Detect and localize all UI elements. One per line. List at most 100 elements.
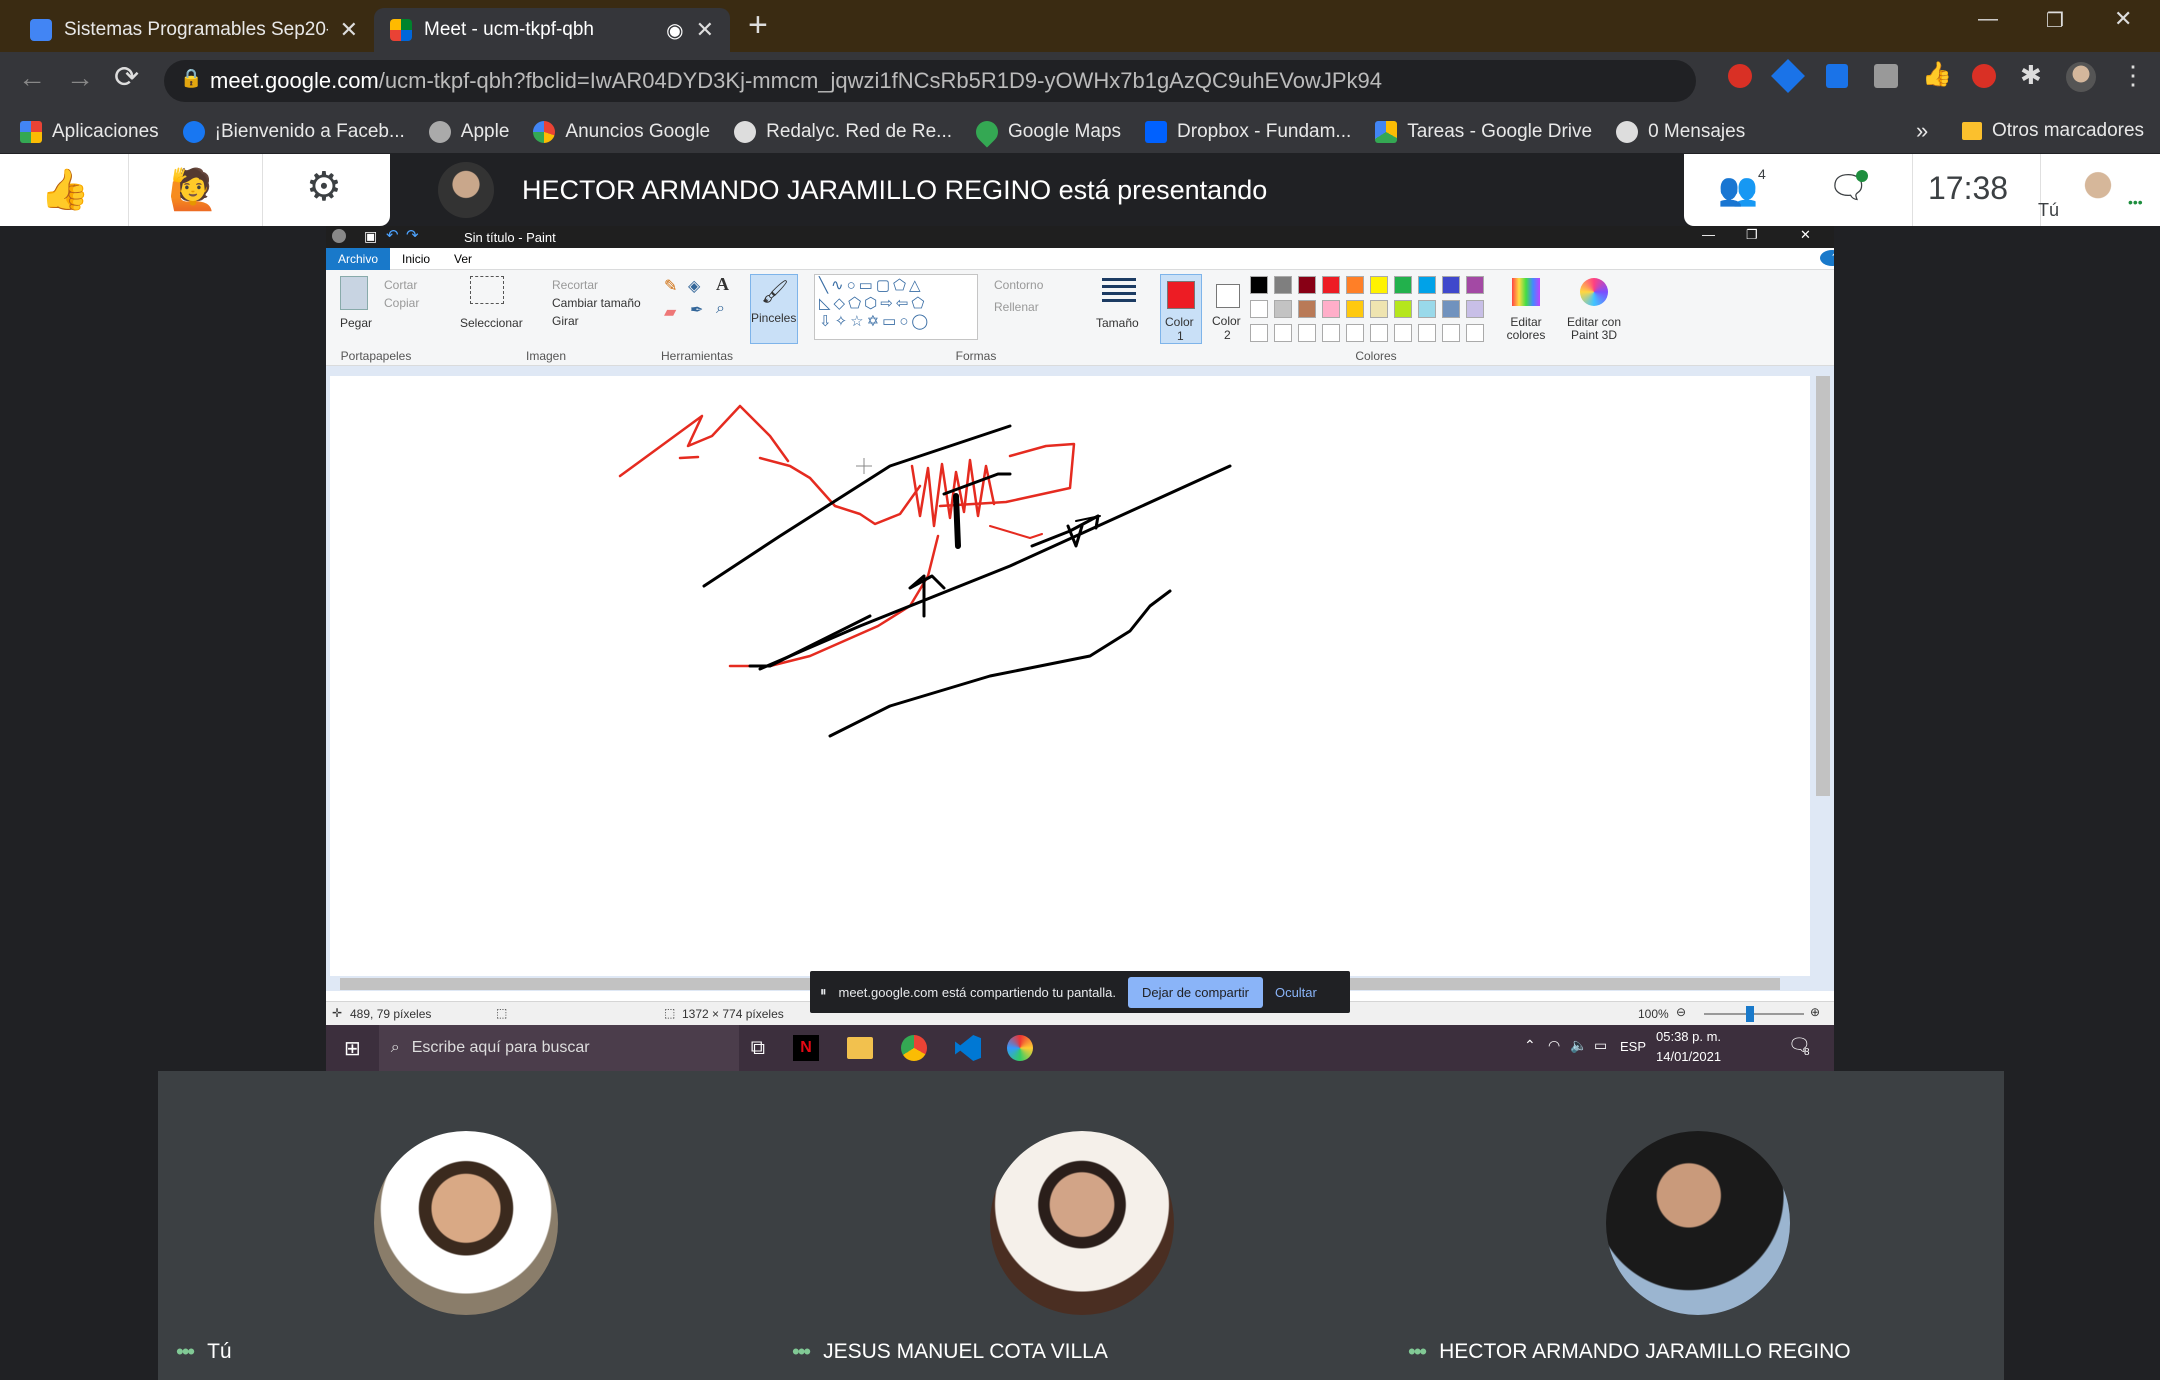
bookmark-apple[interactable]: Apple [428, 120, 509, 143]
palette-swatch-empty[interactable] [1298, 324, 1316, 342]
minimize-button[interactable]: — [1978, 8, 1998, 31]
fill-bucket-icon[interactable]: ◈ [688, 276, 700, 296]
paint-close-button[interactable]: ✕ [1800, 227, 1811, 243]
tab-inicio[interactable]: Inicio [390, 248, 442, 270]
crop-button[interactable]: Recortar [552, 278, 598, 292]
hide-button[interactable]: Ocultar [1275, 985, 1317, 1000]
address-bar[interactable]: 🔒 meet.google.com/ucm-tkpf-qbh?fbclid=Iw… [164, 60, 1696, 102]
bookmark-google-maps[interactable]: Google Maps [971, 115, 1121, 148]
input-language[interactable]: ESP [1620, 1039, 1646, 1054]
profile-avatar[interactable] [2066, 62, 2096, 92]
paint-minimize-button[interactable]: — [1702, 227, 1715, 242]
network-icon[interactable]: ◠ [1548, 1037, 1560, 1054]
palette-swatch[interactable] [1466, 300, 1484, 318]
copy-button[interactable]: Copiar [384, 296, 419, 310]
browser-tab-sistemas[interactable]: Sistemas Programables Sep20-En ✕ [14, 8, 374, 52]
pencil-icon[interactable]: ✎ [664, 276, 677, 296]
save-icon[interactable]: ▣ [364, 228, 377, 245]
stop-sharing-button[interactable]: Dejar de compartir [1128, 976, 1263, 1008]
bookmark-google-drive[interactable]: Tareas - Google Drive [1375, 120, 1592, 143]
outline-dropdown[interactable]: Contorno [994, 278, 1043, 292]
palette-swatch-empty[interactable] [1394, 324, 1412, 342]
paste-button[interactable]: Pegar [340, 316, 372, 330]
zoom-out-button[interactable]: ⊖ [1676, 1005, 1686, 1019]
palette-swatch[interactable] [1274, 276, 1292, 294]
palette-swatch[interactable] [1394, 300, 1412, 318]
zoom-slider-thumb[interactable] [1746, 1006, 1754, 1022]
close-tab-icon[interactable]: ✕ [696, 17, 714, 43]
bookmark-redalyc[interactable]: Redalyc. Red de Re... [734, 120, 952, 143]
participant-tile-jesus[interactable] [990, 1131, 1174, 1315]
color-picker-icon[interactable]: ✒ [690, 300, 703, 320]
redo-icon[interactable]: ↷ [406, 226, 419, 244]
palette-swatch[interactable] [1394, 276, 1412, 294]
palette-swatch[interactable] [1370, 276, 1388, 294]
extension-book-icon[interactable] [1826, 64, 1848, 88]
extension-k-icon[interactable] [1874, 64, 1898, 88]
eraser-icon[interactable]: ▰ [664, 302, 676, 322]
fill-dropdown[interactable]: Rellenar [994, 300, 1039, 314]
bookmark-mensajes[interactable]: 0 Mensajes [1616, 120, 1745, 143]
extension-red-icon[interactable] [1972, 64, 1996, 88]
bookmarks-overflow-button[interactable]: » [1916, 118, 1928, 144]
palette-swatch[interactable] [1442, 276, 1460, 294]
extension-blue-icon[interactable] [1771, 59, 1805, 93]
vertical-scrollbar[interactable] [1816, 376, 1830, 796]
drawing-canvas[interactable] [330, 376, 1810, 976]
palette-swatch[interactable] [1298, 276, 1316, 294]
edit-colors-button[interactable]: Editar colores [1498, 316, 1554, 342]
palette-swatch-empty[interactable] [1442, 324, 1460, 342]
palette-swatch-empty[interactable] [1466, 324, 1484, 342]
people-icon[interactable]: 👥 [1718, 170, 1758, 208]
paint-restore-button[interactable]: ❐ [1746, 227, 1758, 243]
restore-button[interactable]: ❐ [2046, 8, 2064, 33]
palette-swatch-empty[interactable] [1346, 324, 1364, 342]
color2-button[interactable]: Color 2 [1208, 274, 1250, 344]
palette-swatch[interactable] [1346, 276, 1364, 294]
palette-swatch[interactable] [1418, 276, 1436, 294]
color1-button[interactable]: Color 1 [1160, 274, 1202, 344]
gear-icon[interactable]: ⚙ [306, 164, 342, 210]
reload-icon[interactable]: ⟳ [114, 60, 139, 95]
close-tab-icon[interactable]: ✕ [340, 17, 358, 43]
palette-swatch[interactable] [1370, 300, 1388, 318]
bookmark-dropbox[interactable]: Dropbox - Fundam... [1145, 120, 1351, 143]
bookmark-anuncios-google[interactable]: Anuncios Google [533, 120, 710, 143]
palette-swatch-empty[interactable] [1418, 324, 1436, 342]
windows-start-icon[interactable]: ⊞ [344, 1036, 361, 1061]
cut-button[interactable]: Cortar [384, 278, 417, 292]
palette-swatch[interactable] [1442, 300, 1460, 318]
brushes-button[interactable]: 🖌 Pinceles [750, 274, 798, 344]
battery-icon[interactable]: ▭ [1594, 1037, 1607, 1054]
chrome-icon[interactable] [901, 1035, 928, 1061]
back-icon[interactable]: ← [18, 62, 46, 94]
palette-swatch[interactable] [1418, 300, 1436, 318]
tab-archivo[interactable]: Archivo [326, 247, 391, 270]
raise-hand-icon[interactable]: 🙋 [168, 166, 218, 213]
palette-swatch-empty[interactable] [1370, 324, 1388, 342]
extension-thumb-icon[interactable]: 👍 [1922, 60, 1952, 89]
paint-taskbar-icon[interactable] [1007, 1035, 1034, 1061]
rotate-button[interactable]: Girar [552, 314, 579, 328]
resize-button[interactable]: Cambiar tamaño [552, 296, 641, 310]
palette-swatch[interactable] [1250, 300, 1268, 318]
palette-swatch[interactable] [1298, 300, 1316, 318]
extension-adblock-icon[interactable] [1728, 64, 1752, 88]
shapes-gallery[interactable]: ╲∿○▭▢⬠△ ◺◇⬠⬡⇨⇦⬠ ⇩✧☆✡▭○◯ [814, 274, 978, 340]
task-view-icon[interactable]: ⧉ [751, 1037, 765, 1060]
edit-paint3d-button[interactable]: Editar con Paint 3D [1558, 316, 1630, 342]
palette-swatch[interactable] [1466, 276, 1484, 294]
bookmark-otros-marcadores[interactable]: Otros marcadores [1962, 120, 2144, 142]
palette-swatch-empty[interactable] [1250, 324, 1268, 342]
palette-swatch[interactable] [1274, 300, 1292, 318]
participant-tile-hector[interactable] [1606, 1131, 1790, 1315]
palette-swatch-empty[interactable] [1322, 324, 1340, 342]
select-button[interactable]: Seleccionar [460, 316, 523, 330]
tray-chevron-icon[interactable]: ⌃ [1524, 1037, 1536, 1054]
undo-icon[interactable]: ↶ [386, 226, 399, 244]
volume-icon[interactable]: 🔈 [1570, 1037, 1587, 1054]
menu-kebab-icon[interactable]: ⋮ [2120, 60, 2146, 91]
browser-tab-meet[interactable]: Meet - ucm-tkpf-qbh ◉ ✕ [374, 8, 730, 52]
taskbar-date[interactable]: 14/01/2021 [1656, 1049, 1721, 1064]
text-tool-icon[interactable]: A [716, 274, 729, 295]
